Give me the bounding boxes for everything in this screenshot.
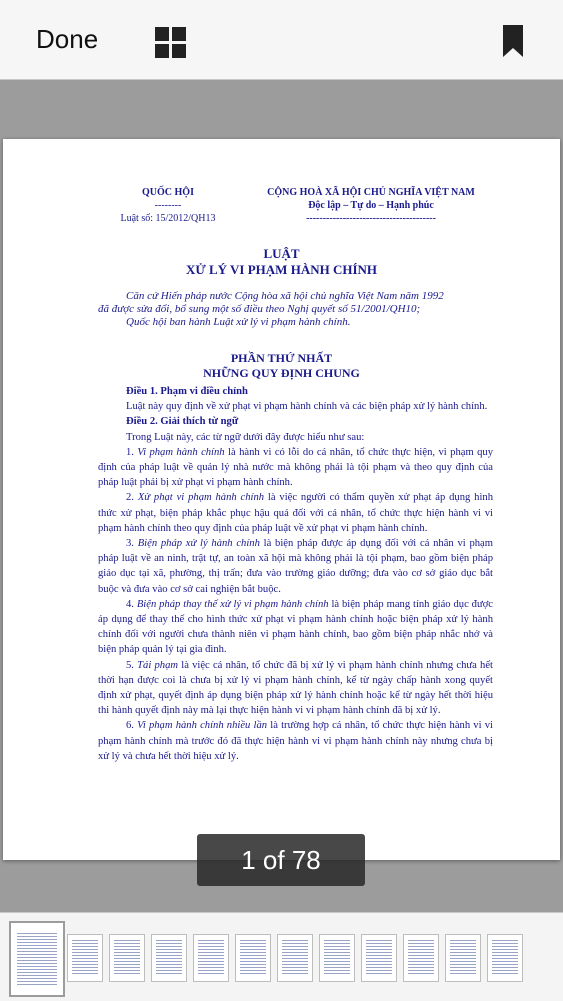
page-thumbnail[interactable] <box>67 934 103 982</box>
preamble-line: Quốc hội ban hành Luật xử lý vi phạm hàn… <box>126 316 351 328</box>
part-heading-line2: NHỮNG QUY ĐỊNH CHUNG <box>203 366 360 380</box>
law-number: Luật số: 15/2012/QH13 <box>120 213 216 224</box>
thumbnail-text-lines <box>408 940 434 976</box>
thumbnail-text-lines <box>156 940 182 976</box>
definition-item: 2. Xử phạt vi phạm hành chính là việc ng… <box>98 490 493 536</box>
header-left: QUỐC HỘI -------- Luật số: 15/2012/QH13 <box>103 186 233 225</box>
page-thumbnail[interactable] <box>361 934 397 982</box>
thumbnail-strip[interactable] <box>0 912 563 1001</box>
article-2-intro: Trong Luật này, các từ ngữ dưới đây được… <box>126 431 365 443</box>
thumbnail-text-lines <box>240 940 266 976</box>
thumbnail-text-lines <box>282 940 308 976</box>
page-thumbnail[interactable] <box>487 934 523 982</box>
law-title: LUẬT XỬ LÝ VI PHẠM HÀNH CHÍNH <box>3 246 560 278</box>
item-number: 2. <box>126 492 138 504</box>
page-thumbnail[interactable] <box>445 934 481 982</box>
page-thumbnail[interactable] <box>403 934 439 982</box>
item-number: 3. <box>126 538 138 550</box>
national-motto: Độc lập – Tự do – Hạnh phúc <box>308 200 434 211</box>
grid-cell <box>172 27 186 41</box>
page-thumbnail[interactable] <box>277 934 313 982</box>
part-heading-line1: PHẦN THỨ NHẤT <box>230 351 333 365</box>
item-term: Xử phạt vi phạm hành chính <box>137 492 265 504</box>
definition-item: 3. Biện pháp xử lý hành chính là biện ph… <box>98 536 493 597</box>
grid-cell <box>172 44 186 58</box>
header-right: CỘNG HOÀ XÃ HỘI CHỦ NGHĨA VIỆT NAM Độc l… <box>251 186 491 225</box>
definition-item: 1. Vi phạm hành chính là hành vi có lỗi … <box>98 445 493 491</box>
article-2-title: Điều 2. Giải thích từ ngữ <box>126 416 239 428</box>
preamble-line: đã được sửa đổi, bổ sung một số điều the… <box>98 303 421 315</box>
item-number: 6. <box>126 720 138 732</box>
item-number: 4. <box>126 598 137 610</box>
definition-item: 6. Vi phạm hành chính nhiều lần là trườn… <box>98 718 493 764</box>
page-thumbnail[interactable] <box>109 934 145 982</box>
definition-item: 4. Biện pháp thay thế xử lý vi phạm hành… <box>98 597 493 658</box>
item-term: Vi phạm hành chính <box>137 446 225 458</box>
bookmark-icon[interactable] <box>503 25 523 57</box>
top-toolbar: Done <box>0 0 563 80</box>
thumbnail-text-lines <box>450 940 476 976</box>
document-page[interactable]: QUỐC HỘI -------- Luật số: 15/2012/QH13 … <box>3 139 560 860</box>
org-name: QUỐC HỘI <box>142 187 194 198</box>
page-thumbnail-current[interactable] <box>9 921 65 997</box>
grid-cell <box>155 27 169 41</box>
item-term: Biện pháp thay thế xử lý vi phạm hành ch… <box>136 598 329 610</box>
header-left-dashes: -------- <box>154 200 182 211</box>
grid-view-icon[interactable] <box>155 27 186 58</box>
preamble: Căn cứ Hiến pháp nước Cộng hòa xã hội ch… <box>98 290 498 329</box>
header-right-dashes: --------------------------------------- <box>306 213 436 224</box>
article-1-title: Điều 1. Phạm vi điều chỉnh <box>126 386 248 397</box>
thumbnail-text-lines <box>492 940 518 976</box>
item-term: Biện pháp xử lý hành chính <box>137 538 260 550</box>
thumbnail-text-lines <box>198 940 224 976</box>
page-thumbnail[interactable] <box>235 934 271 982</box>
item-term: Vi phạm hành chính nhiều lần <box>137 720 268 732</box>
article-1-text: Luật này quy định về xử phạt vi phạm hàn… <box>126 401 488 413</box>
definition-item: 5. Tái phạm là việc cá nhân, tổ chức đã … <box>98 658 493 719</box>
document-body: Điều 1. Phạm vi điều chỉnh Luật này quy … <box>98 384 493 764</box>
grid-cell <box>155 44 169 58</box>
item-number: 5. <box>126 659 138 671</box>
item-term: Tái phạm <box>137 659 179 671</box>
preamble-line: Căn cứ Hiến pháp nước Cộng hòa xã hội ch… <box>126 290 444 302</box>
law-title-line1: LUẬT <box>263 246 300 261</box>
thumbnail-text-lines <box>72 940 98 976</box>
law-title-line2: XỬ LÝ VI PHẠM HÀNH CHÍNH <box>185 262 378 277</box>
thumbnail-text-lines <box>324 940 350 976</box>
thumbnail-text-lines <box>366 940 392 976</box>
nation-name: CỘNG HOÀ XÃ HỘI CHỦ NGHĨA VIỆT NAM <box>267 187 475 198</box>
page-thumbnail[interactable] <box>151 934 187 982</box>
thumbnail-text-lines <box>17 933 57 987</box>
part-heading: PHẦN THỨ NHẤT NHỮNG QUY ĐỊNH CHUNG <box>3 351 560 381</box>
page-thumbnail[interactable] <box>319 934 355 982</box>
done-button[interactable]: Done <box>36 24 98 55</box>
item-number: 1. <box>126 446 138 458</box>
page-counter: 1 of 78 <box>197 834 365 886</box>
thumbnail-text-lines <box>114 940 140 976</box>
page-thumbnail[interactable] <box>193 934 229 982</box>
